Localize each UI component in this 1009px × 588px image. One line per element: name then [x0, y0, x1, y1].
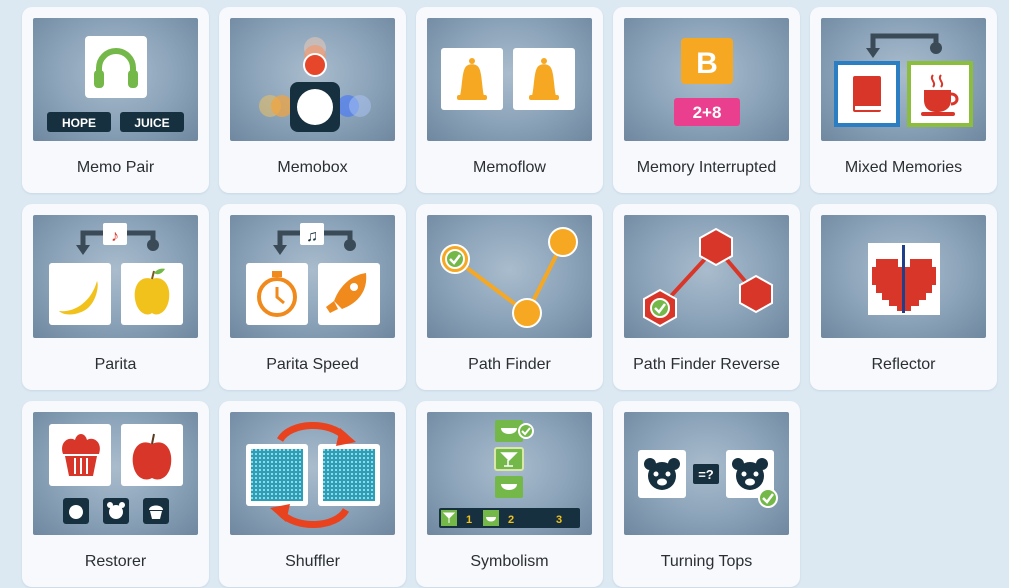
game-label-mixed-memories: Mixed Memories	[844, 159, 963, 176]
symbol-number-3: 3	[556, 514, 562, 526]
game-card-parita-speed[interactable]: ♫ Parita Speed	[219, 204, 406, 390]
cupcake-apple-icon	[49, 424, 183, 524]
thumb-memoflow	[427, 18, 592, 141]
game-card-path-finder-reverse[interactable]: Path Finder Reverse	[613, 204, 800, 390]
games-grid: HOPE JUICE Memo Pair Memobox Memoflow B …	[0, 0, 1009, 588]
thumb-shuffler	[230, 412, 395, 535]
game-card-mixed-memories[interactable]: Mixed Memories	[810, 7, 997, 193]
game-label-shuffler: Shuffler	[285, 553, 340, 570]
game-card-parita[interactable]: ♪ Parita	[22, 204, 209, 390]
light-ball-icon	[259, 37, 371, 132]
letter-math-icon: B 2+8	[674, 38, 740, 126]
game-card-shuffler[interactable]: Shuffler	[219, 401, 406, 587]
svg-text:♫: ♫	[306, 228, 318, 245]
hex-path-icon	[643, 227, 773, 328]
shuffle-cards-icon	[246, 422, 380, 528]
game-card-memo-pair[interactable]: HOPE JUICE Memo Pair	[22, 7, 209, 193]
svg-text:♪: ♪	[111, 228, 119, 245]
game-label-memobox: Memobox	[277, 159, 348, 176]
compare-sign: =?	[698, 467, 714, 482]
game-label-restorer: Restorer	[84, 553, 147, 570]
thumb-symbolism: 1 2 3	[427, 412, 592, 535]
symbol-stack-icon: 1 2 3	[439, 420, 580, 528]
thumb-parita: ♪	[33, 215, 198, 338]
game-card-memobox[interactable]: Memobox	[219, 7, 406, 193]
thumb-memory-interrupted: B 2+8	[624, 18, 789, 141]
thumb-parita-speed: ♫	[230, 215, 395, 338]
game-label-turning-tops: Turning Tops	[660, 553, 753, 570]
game-card-turning-tops[interactable]: =? Turning Tops	[613, 401, 800, 587]
timer-rocket-icon: ♫	[246, 223, 380, 325]
symbol-number-2: 2	[508, 514, 514, 526]
game-label-path-finder: Path Finder	[468, 356, 551, 373]
game-label-memoflow: Memoflow	[473, 159, 546, 176]
game-label-symbolism: Symbolism	[470, 553, 549, 570]
symbol-number-1: 1	[466, 514, 472, 526]
headphones-icon: HOPE JUICE	[47, 36, 184, 132]
game-label-parita-speed: Parita Speed	[266, 356, 359, 373]
game-card-memoflow[interactable]: Memoflow	[416, 7, 603, 193]
thumb-reflector	[821, 215, 986, 338]
word-hope: HOPE	[62, 116, 96, 130]
thumb-restorer	[33, 412, 198, 535]
word-juice: JUICE	[134, 116, 169, 130]
game-label-parita: Parita	[94, 356, 137, 373]
math-sum: 2+8	[693, 103, 722, 122]
pixel-heart-icon	[868, 243, 940, 315]
thumb-path-finder-reverse	[624, 215, 789, 338]
game-label-reflector: Reflector	[871, 356, 936, 373]
thumb-path-finder	[427, 215, 592, 338]
thumb-memo-pair: HOPE JUICE	[33, 18, 198, 141]
thumb-memobox	[230, 18, 395, 141]
game-card-reflector[interactable]: Reflector	[810, 204, 997, 390]
game-label-memory-interrupted: Memory Interrupted	[636, 159, 777, 176]
game-card-symbolism[interactable]: 1 2 3 Symbolism	[416, 401, 603, 587]
bear-compare-icon: =?	[638, 450, 778, 508]
game-card-restorer[interactable]: Restorer	[22, 401, 209, 587]
game-card-path-finder[interactable]: Path Finder	[416, 204, 603, 390]
bell-icon	[441, 48, 575, 110]
letter-b: B	[696, 47, 718, 80]
game-label-path-finder-reverse: Path Finder Reverse	[633, 356, 780, 373]
thumb-turning-tops: =?	[624, 412, 789, 535]
game-card-memory-interrupted[interactable]: B 2+8 Memory Interrupted	[613, 7, 800, 193]
book-cup-icon	[834, 33, 973, 127]
thumb-mixed-memories	[821, 18, 986, 141]
path-dots-icon	[440, 227, 578, 328]
game-label-memo-pair: Memo Pair	[76, 159, 155, 176]
fruit-swap-icon: ♪	[49, 223, 183, 325]
